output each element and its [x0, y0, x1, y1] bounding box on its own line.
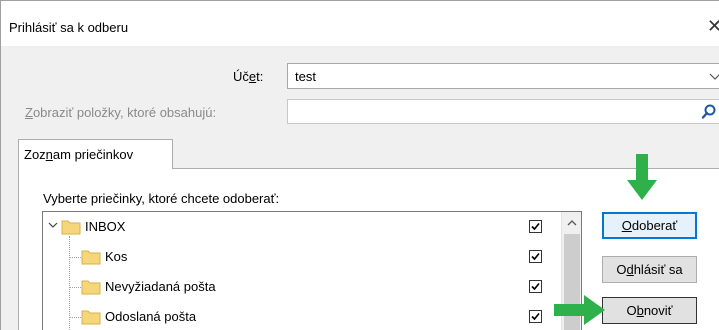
- folder-row[interactable]: Kos: [43, 242, 561, 272]
- folders-instruction: Vyberte priečinky, ktoré chcete odoberať…: [43, 191, 280, 206]
- chevron-down-icon[interactable]: [47, 219, 59, 231]
- account-value: test: [295, 69, 316, 84]
- folder-row[interactable]: Odoslaná pošta: [43, 302, 561, 330]
- folder-row[interactable]: Nevyžiadaná pošta: [43, 272, 561, 302]
- folder-checkbox[interactable]: [529, 280, 542, 293]
- folder-name: Nevyžiadaná pošta: [105, 279, 216, 294]
- unsubscribe-button[interactable]: Odhlásiť sa: [602, 256, 697, 283]
- arrow-down-icon: [627, 154, 657, 200]
- account-dropdown[interactable]: test: [287, 63, 719, 89]
- folder-icon: [81, 280, 101, 295]
- folder-checkbox[interactable]: [529, 310, 542, 323]
- dialog-body: Účet: test Zobraziť položky, ktoré obsah…: [0, 46, 719, 330]
- refresh-button[interactable]: Obnoviť: [602, 297, 697, 324]
- folder-checkbox[interactable]: [529, 220, 542, 233]
- chevron-down-icon: [709, 73, 719, 80]
- filter-label: Zobraziť položky, ktoré obsahujú:: [25, 105, 217, 120]
- tab-folder-list-label: Zoznam priečinkov: [24, 147, 134, 162]
- folder-icon: [81, 250, 101, 265]
- filter-input[interactable]: [287, 99, 719, 124]
- arrow-right-icon: [554, 295, 605, 325]
- folder-name: Kos: [105, 249, 128, 264]
- tab-folder-list[interactable]: Zoznam priečinkov: [18, 139, 173, 169]
- close-button[interactable]: ✕: [707, 15, 719, 37]
- folder-icon: [81, 310, 101, 325]
- folder-name: INBOX: [85, 219, 126, 234]
- folder-tree[interactable]: INBOX Kos Nevyžiadaná pošta Odoslaná poš…: [42, 211, 582, 330]
- subscribe-button[interactable]: Odoberať: [602, 212, 697, 239]
- search-icon[interactable]: [700, 103, 718, 121]
- chevron-up-icon[interactable]: [562, 212, 582, 234]
- folder-icon: [61, 220, 81, 235]
- folder-row[interactable]: INBOX: [43, 212, 561, 242]
- folder-checkbox[interactable]: [529, 250, 542, 263]
- window-title: Prihlásiť sa k odberu: [9, 20, 129, 35]
- account-label: Účet:: [233, 69, 264, 84]
- folder-name: Odoslaná pošta: [105, 309, 197, 324]
- title-bar: Prihlásiť sa k odberu ✕: [0, 0, 719, 46]
